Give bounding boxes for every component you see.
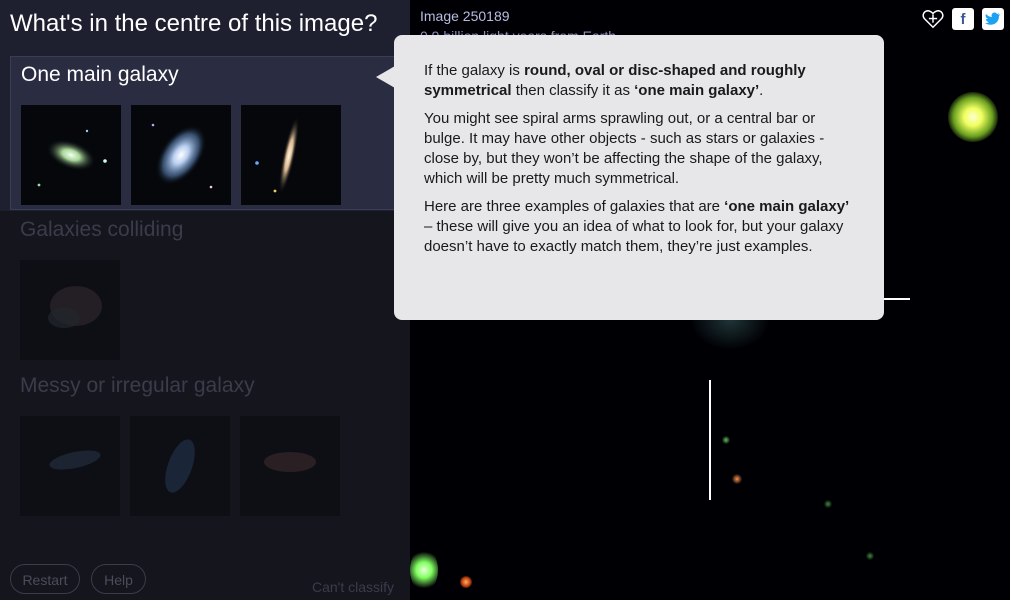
example-galaxy-spiral xyxy=(131,105,231,205)
cant-classify-link[interactable]: Can't classify xyxy=(312,579,394,595)
tooltip-emphasis: ‘one main galaxy’ xyxy=(724,198,850,215)
example-galaxy-edge-on xyxy=(241,105,341,205)
question-title: What's in the centre of this image? xyxy=(10,10,378,37)
help-tooltip: If the galaxy is round, oval or disc-sha… xyxy=(394,35,884,320)
faint-star xyxy=(866,552,874,560)
image-id: Image 250189 xyxy=(420,8,510,24)
edge-star xyxy=(410,548,438,592)
tooltip-emphasis: ‘one main galaxy’ xyxy=(634,82,760,99)
tooltip-arrow xyxy=(376,66,395,88)
crosshair-horizontal xyxy=(880,298,910,300)
example-thumbnails xyxy=(21,105,341,205)
example-irregular-2 xyxy=(130,416,230,516)
example-galaxy-elliptical xyxy=(21,105,121,205)
tooltip-text: . xyxy=(759,82,764,99)
bright-star xyxy=(948,92,998,142)
option-one-main-galaxy[interactable]: One main galaxy xyxy=(10,56,410,210)
option-galaxies-colliding[interactable]: Galaxies colliding xyxy=(20,218,183,242)
tooltip-text: Here are three examples of galaxies that… xyxy=(424,198,725,215)
facebook-icon[interactable]: f xyxy=(952,8,974,30)
restart-button[interactable]: Restart xyxy=(10,564,80,594)
heart-plus-icon[interactable] xyxy=(922,8,944,30)
tooltip-paragraph-3: Here are three examples of galaxies that… xyxy=(424,197,856,257)
faint-star xyxy=(722,436,730,444)
share-icons: f xyxy=(922,8,1004,30)
question-panel: What's in the centre of this image? One … xyxy=(0,0,410,600)
help-button[interactable]: Help xyxy=(91,564,146,594)
example-irregular-1 xyxy=(20,416,120,516)
faint-star xyxy=(732,474,742,484)
tooltip-text: If the galaxy is xyxy=(424,62,525,79)
crosshair-vertical xyxy=(709,380,711,500)
tooltip-text: – these will give you an idea of what to… xyxy=(424,218,844,255)
option-messy-irregular[interactable]: Messy or irregular galaxy xyxy=(20,374,255,398)
tooltip-paragraph-1: If the galaxy is round, oval or disc-sha… xyxy=(424,61,856,101)
tooltip-text: then classify it as xyxy=(511,82,635,99)
twitter-icon[interactable] xyxy=(982,8,1004,30)
example-irregular-3 xyxy=(240,416,340,516)
option-label: One main galaxy xyxy=(21,63,179,86)
small-red-star xyxy=(460,576,472,588)
tooltip-paragraph-2: You might see spiral arms sprawling out,… xyxy=(424,110,825,187)
example-galaxies-colliding xyxy=(20,260,120,360)
faint-star xyxy=(824,500,832,508)
